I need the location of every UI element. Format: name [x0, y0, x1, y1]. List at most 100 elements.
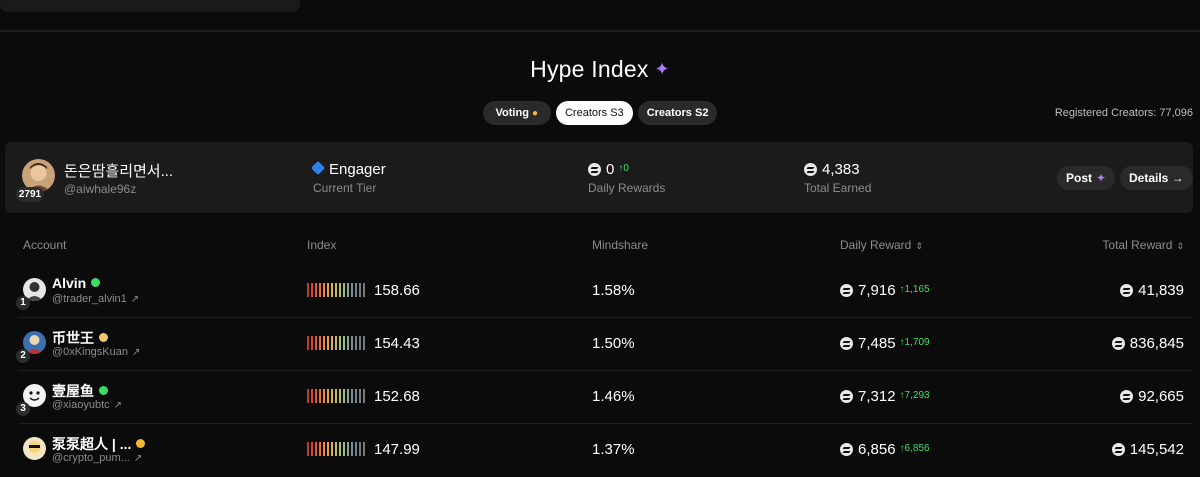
index-bar-segment — [307, 283, 309, 297]
registered-creators-count: Registered Creators: 77,096 — [1054, 107, 1193, 119]
index-bar-segment — [343, 389, 345, 403]
account-name[interactable]: 币世王 — [52, 328, 108, 348]
index-bar-segment — [339, 389, 341, 403]
index-bar-segment — [331, 336, 333, 350]
column-header-index: Index — [307, 238, 337, 252]
index-bar-segment — [327, 389, 329, 403]
index-bar-meter — [307, 389, 365, 403]
daily-rewards-label: Daily Rewards — [588, 181, 666, 195]
table-row[interactable]: 2 币世王 @0xKingsKuan ↗ 154.43 1.50% 7,485 ↑1… — [0, 318, 1200, 371]
column-header-daily-reward[interactable]: Daily Reward ⇕ — [840, 238, 923, 252]
tier-diamond-icon — [310, 160, 326, 176]
index-bar-segment — [323, 283, 325, 297]
rank-badge: 2 — [16, 349, 30, 363]
table-row[interactable]: 3 壹屋鱼 @xiaoyubtc ↗ 152.68 1.46% 7,312 ↑7,2… — [0, 371, 1200, 424]
mindshare-value: 1.37% — [592, 441, 635, 458]
index-bar-meter — [307, 442, 365, 456]
total-reward-value: 145,542 — [1111, 441, 1184, 458]
index-bar-segment — [359, 283, 361, 297]
current-tier-label: Current Tier — [313, 181, 377, 195]
token-coin-icon — [840, 443, 853, 456]
index-value: 158.66 — [374, 282, 420, 299]
index-bar-segment — [359, 336, 361, 350]
index-bar-segment — [359, 389, 361, 403]
token-coin-icon — [1111, 443, 1125, 456]
index-bar-meter — [307, 283, 365, 297]
tab-voting[interactable]: Voting ● — [482, 101, 551, 125]
index-bar-segment — [315, 442, 317, 456]
top-card-remnant — [0, 0, 300, 12]
index-bar-segment — [363, 283, 365, 297]
total-reward-value: 92,665 — [1120, 388, 1184, 405]
avatar — [23, 437, 46, 460]
account-name[interactable]: 泵泵超人 | ... — [52, 434, 146, 454]
account-handle[interactable]: @0xKingsKuan ↗ — [52, 346, 140, 358]
daily-reward-value: 7,312 ↑7,293 — [840, 388, 930, 405]
index-bar-segment — [315, 336, 317, 350]
index-bar-segment — [323, 442, 325, 456]
index-bar-segment — [335, 389, 337, 403]
index-bar-segment — [339, 336, 341, 350]
index-bar-segment — [351, 442, 353, 456]
index-bar-segment — [327, 336, 329, 350]
index-bar-segment — [351, 336, 353, 350]
account-name[interactable]: 壹屋鱼 — [52, 381, 108, 401]
index-bar-segment — [347, 283, 349, 297]
sparkle-icon: ✦ — [1096, 171, 1107, 185]
total-reward-value: 41,839 — [1120, 282, 1184, 299]
account-name[interactable]: Alvin — [52, 275, 101, 291]
mindshare-value: 1.58% — [592, 282, 635, 299]
current-tier-value: Engager — [310, 160, 386, 178]
index-bar-segment — [363, 389, 365, 403]
table-row[interactable]: 泵泵超人 | ... @crypto_pum... ↗ 147.99 1.37% … — [0, 424, 1200, 477]
index-bar-segment — [347, 442, 349, 456]
index-bar-segment — [351, 283, 353, 297]
account-handle[interactable]: @trader_alvin1 ↗ — [52, 293, 139, 305]
post-button[interactable]: Post ✦ — [1057, 166, 1116, 190]
daily-reward-value: 7,916 ↑1,165 — [840, 282, 930, 299]
index-bar-segment — [335, 336, 337, 350]
rank-badge: 3 — [16, 402, 30, 416]
my-display-name: 돈은땀흘리면서... — [64, 163, 174, 180]
sort-icon: ⇕ — [915, 241, 923, 251]
index-bar-segment — [323, 336, 325, 350]
index-bar-segment — [343, 336, 345, 350]
token-coin-icon — [804, 163, 817, 176]
index-bar-segment — [355, 283, 357, 297]
index-bar-segment — [335, 283, 337, 297]
token-coin-icon — [588, 163, 601, 176]
daily-reward-delta: ↑7,293 — [899, 390, 930, 401]
tab-creators-s2[interactable]: Creators S2 — [637, 101, 718, 125]
index-bar-segment — [363, 336, 365, 350]
external-link-icon: ↗ — [130, 294, 140, 305]
index-bar-segment — [311, 283, 313, 297]
daily-reward-delta: ↑1,709 — [899, 337, 930, 348]
index-bar-segment — [315, 283, 317, 297]
index-bar-segment — [355, 389, 357, 403]
token-coin-icon — [1120, 284, 1134, 297]
details-button[interactable]: Details → — [1120, 166, 1193, 190]
daily-rewards-value: 0 ↑0 — [588, 161, 629, 178]
table-row[interactable]: 1 Alvin @trader_alvin1 ↗ 158.66 1.58% 7,9… — [0, 265, 1200, 318]
index-bar-segment — [347, 389, 349, 403]
account-handle[interactable]: @crypto_pum... ↗ — [52, 452, 142, 464]
tab-creators-s3[interactable]: Creators S3 — [555, 101, 633, 125]
verified-badge-icon — [91, 278, 101, 287]
total-earned-value: 4,383 — [804, 161, 860, 178]
daily-reward-delta: ↑6,856 — [899, 443, 930, 454]
index-bar-segment — [319, 283, 321, 297]
verified-badge-icon — [99, 333, 108, 342]
rank-badge: 1 — [16, 296, 30, 310]
column-header-total-reward[interactable]: Total Reward ⇕ — [1102, 238, 1184, 252]
external-link-icon: ↗ — [113, 400, 123, 411]
section-divider — [0, 30, 1200, 32]
index-bar-segment — [355, 442, 357, 456]
mindshare-value: 1.50% — [592, 335, 635, 352]
index-bar-segment — [355, 336, 357, 350]
index-bar-segment — [319, 442, 321, 456]
index-bar-segment — [359, 442, 361, 456]
season-tabs: Voting ● Creators S3 Creators S2 — [0, 101, 1200, 125]
index-bar-segment — [311, 389, 313, 403]
index-value: 147.99 — [374, 441, 420, 458]
account-handle[interactable]: @xiaoyubtc ↗ — [52, 399, 122, 411]
